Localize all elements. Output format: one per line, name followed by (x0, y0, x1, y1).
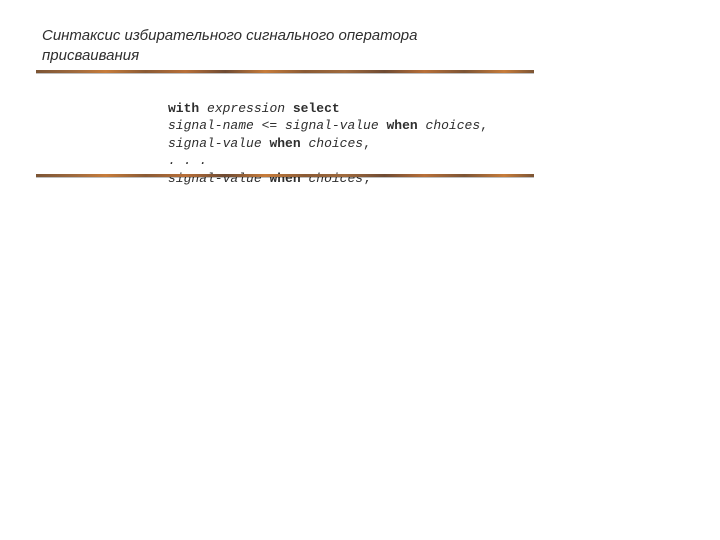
kw-select: select (293, 101, 340, 116)
divider-bottom (36, 174, 534, 177)
tok-ellipsis: . . . (168, 153, 207, 168)
slide: Синтаксис избирательного сигнального опе… (0, 0, 720, 540)
tok-choices: choices (308, 136, 363, 151)
tok-semicolon: ; (363, 171, 371, 186)
slide-title: Синтаксис избирательного сигнального опе… (42, 26, 462, 67)
code-line-4: . . . (168, 153, 207, 168)
divider-top (36, 70, 534, 73)
tok-signal-value: signal-value (168, 136, 262, 151)
code-line-2: signal-name <= signal-value when choices… (168, 118, 488, 133)
code-line-3: signal-value when choices, (168, 136, 371, 151)
tok-signal-value: signal-value (285, 118, 379, 133)
tok-choices: choices (426, 118, 481, 133)
code-block: with expression select signal-name <= si… (168, 82, 548, 187)
kw-with: with (168, 101, 199, 116)
tok-comma: , (363, 136, 371, 151)
tok-signal-name: signal-name (168, 118, 254, 133)
tok-expression: expression (207, 101, 285, 116)
kw-when: when (269, 171, 300, 186)
tok-signal-value: signal-value (168, 171, 262, 186)
code-line-5: signal-value when choices; (168, 171, 371, 186)
tok-arrow: <= (254, 118, 285, 133)
kw-when: when (386, 118, 417, 133)
tok-comma: , (480, 118, 488, 133)
kw-when: when (269, 136, 300, 151)
code-line-1: with expression select (168, 101, 340, 116)
tok-choices: choices (308, 171, 363, 186)
